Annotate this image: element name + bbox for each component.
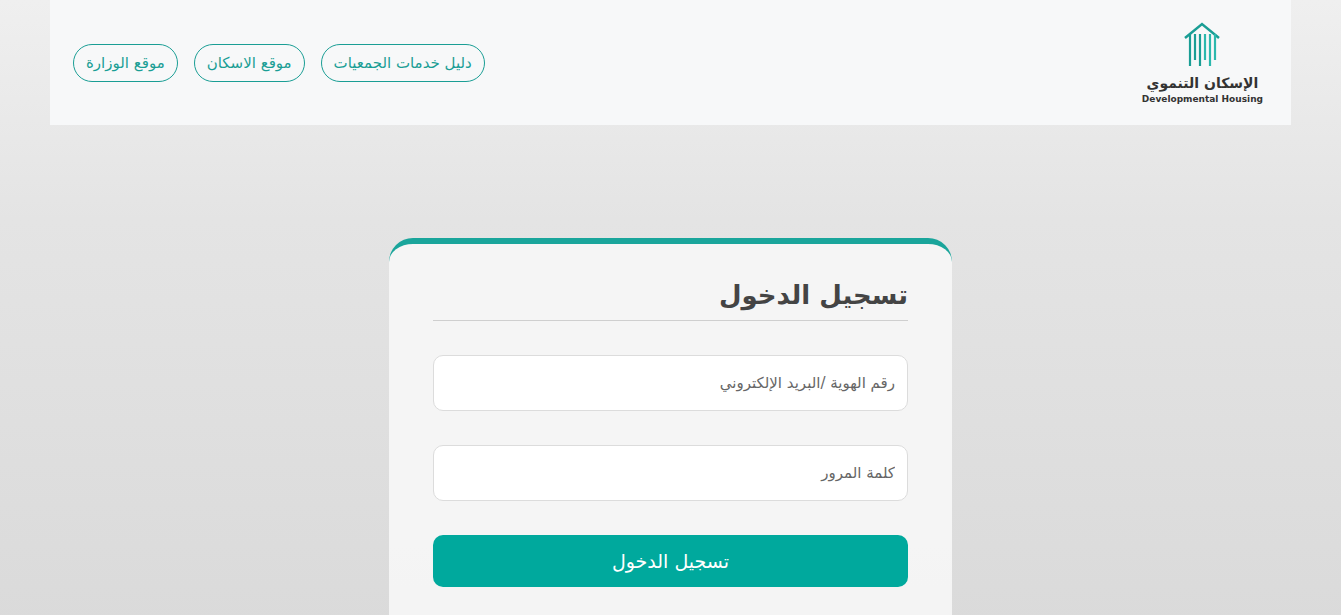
login-button[interactable]: تسجيل الدخول bbox=[433, 535, 908, 587]
logo-title: الإسكان التنموي bbox=[1147, 75, 1259, 91]
login-title: تسجيل الدخول bbox=[433, 280, 908, 321]
nav-link[interactable]: دليل خدمات الجمعيات bbox=[321, 44, 485, 82]
password-input[interactable] bbox=[433, 445, 908, 501]
login-fields bbox=[433, 355, 908, 501]
nav-link[interactable]: موقع الوزارة bbox=[73, 44, 178, 82]
page: الإسكان التنموي Developmental Housing دليل… bbox=[0, 0, 1341, 615]
logo-subtitle: Developmental Housing bbox=[1142, 94, 1263, 104]
nav: دليل خدمات الجمعيات موقع الاسكان موقع الوز… bbox=[73, 44, 485, 82]
nav-link[interactable]: موقع الاسكان bbox=[194, 44, 305, 82]
header: الإسكان التنموي Developmental Housing دليل… bbox=[50, 0, 1291, 125]
id-input[interactable] bbox=[433, 355, 908, 411]
main: تسجيل الدخول تسجيل الدخول bbox=[0, 125, 1341, 615]
login-card: تسجيل الدخول تسجيل الدخول bbox=[389, 238, 952, 615]
logo[interactable]: الإسكان التنموي Developmental Housing bbox=[1142, 22, 1263, 104]
logo-icon bbox=[1181, 22, 1223, 68]
